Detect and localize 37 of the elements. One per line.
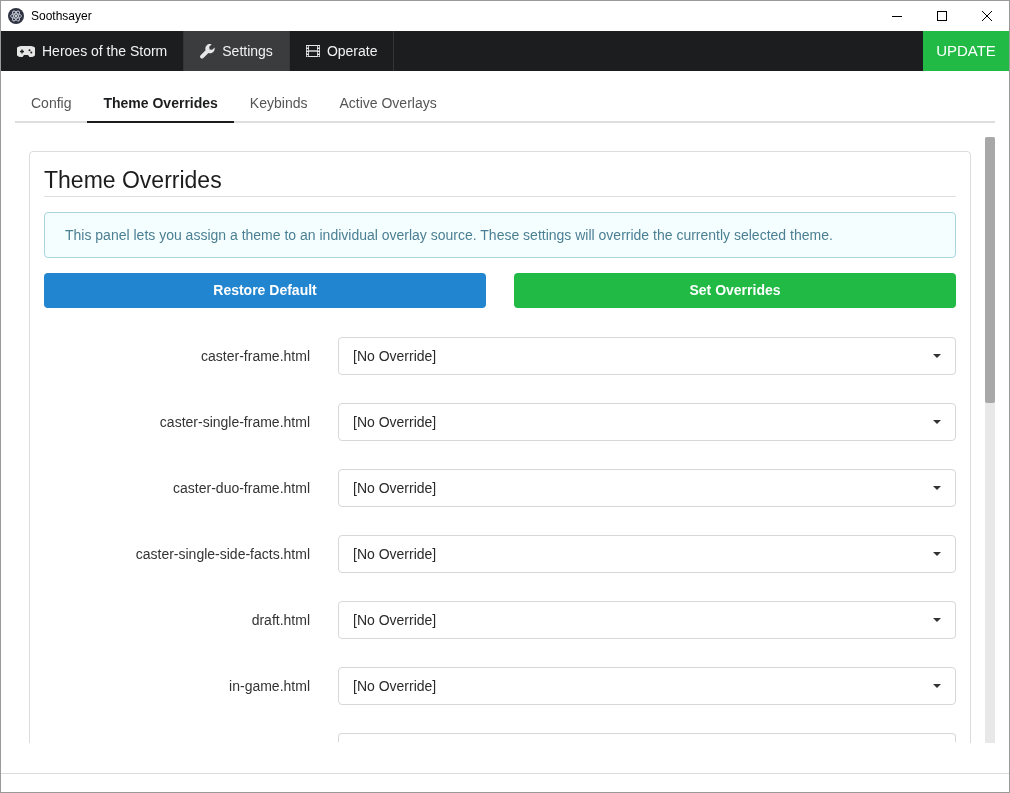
- caret-icon: [933, 618, 941, 622]
- maximize-icon: [936, 11, 947, 21]
- wrench-icon: [200, 43, 216, 59]
- window-title: Soothsayer: [31, 8, 92, 25]
- theme-select[interactable]: [338, 733, 956, 742]
- tab[interactable]: Theme Overrides: [87, 85, 234, 123]
- panel-heading: Theme Overrides: [44, 165, 956, 197]
- caret-icon: [933, 486, 941, 490]
- scrollbar-thumb[interactable]: [985, 137, 995, 403]
- caret-icon: [933, 420, 941, 424]
- tab[interactable]: Active Overlays: [323, 85, 453, 123]
- app-logo-icon: [8, 8, 24, 24]
- tab[interactable]: Config: [15, 85, 88, 123]
- theme-select[interactable]: [No Override]: [338, 403, 956, 441]
- theme-select[interactable]: [No Override]: [338, 601, 956, 639]
- overlay-file-label: caster-single-side-facts.html: [135, 544, 310, 564]
- theme-select[interactable]: [No Override]: [338, 337, 956, 375]
- tab[interactable]: Keybinds: [233, 85, 324, 123]
- overlay-file-label: caster-duo-frame.html: [173, 478, 310, 498]
- scrollbar-track[interactable]: [985, 137, 995, 743]
- caret-icon: [933, 552, 941, 556]
- minimize-icon: [891, 15, 902, 17]
- info-message: This panel lets you assign a theme to an individual overlay source. These settings will override the currently selected theme.: [44, 212, 956, 258]
- theme-select[interactable]: [No Override]: [338, 535, 956, 573]
- close-icon: [981, 11, 992, 21]
- theme-select[interactable]: [No Override]: [338, 667, 956, 705]
- gamepad-icon: [17, 45, 35, 57]
- film-icon: [305, 45, 320, 57]
- nav-tab[interactable]: Settings: [184, 31, 290, 71]
- overlay-file-label: caster-single-frame.html: [159, 412, 310, 432]
- overlay-file-label: draft.html: [251, 610, 310, 630]
- restore-default-button[interactable]: Restore Default: [44, 273, 486, 308]
- overlay-file-label: caster-frame.html: [201, 346, 310, 366]
- caret-icon: [933, 684, 941, 688]
- overlay-file-label: in-game.html: [229, 676, 310, 696]
- theme-select[interactable]: [No Override]: [338, 469, 956, 507]
- caret-icon: [933, 354, 941, 358]
